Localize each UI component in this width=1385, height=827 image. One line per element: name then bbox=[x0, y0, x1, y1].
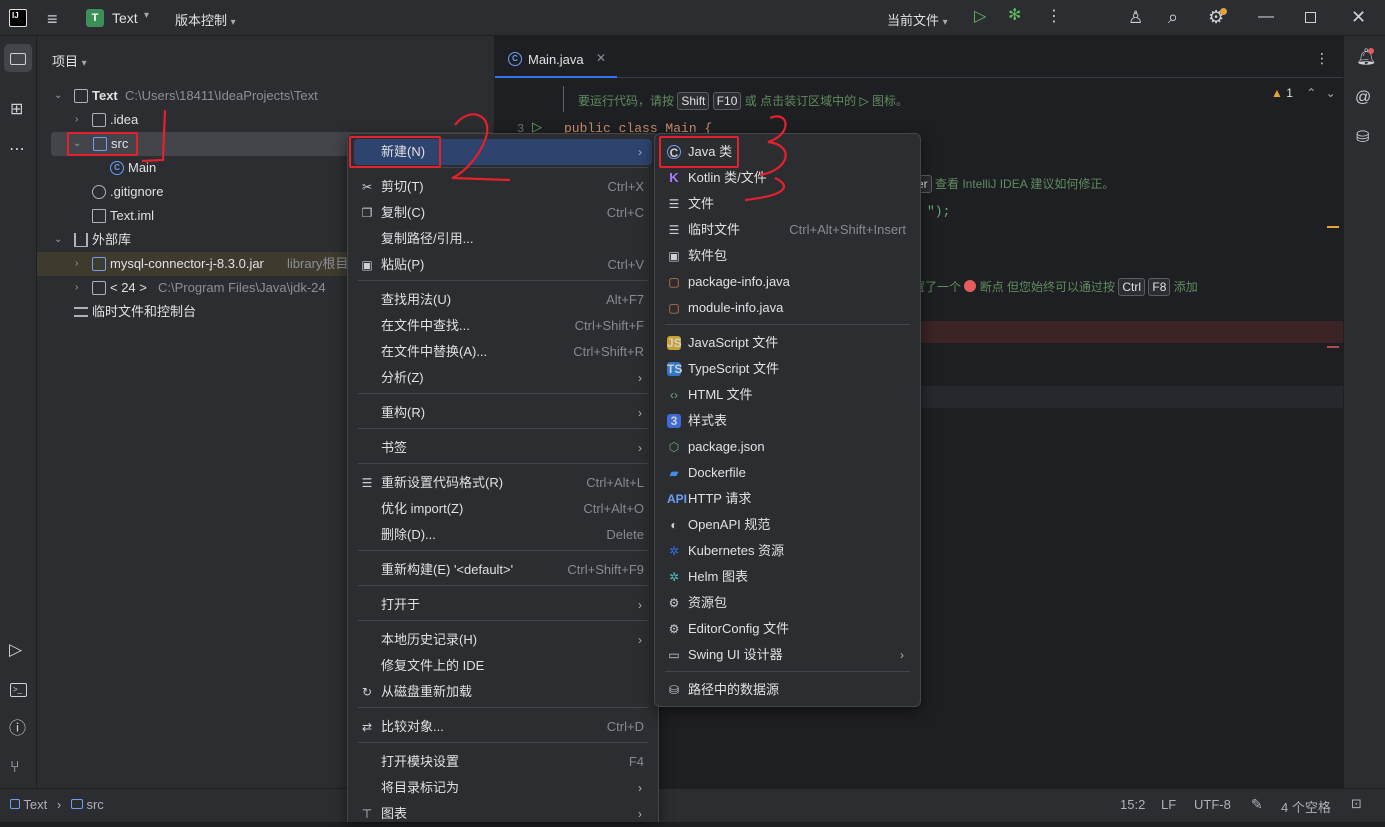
annotation-strokes bbox=[141, 109, 787, 202]
